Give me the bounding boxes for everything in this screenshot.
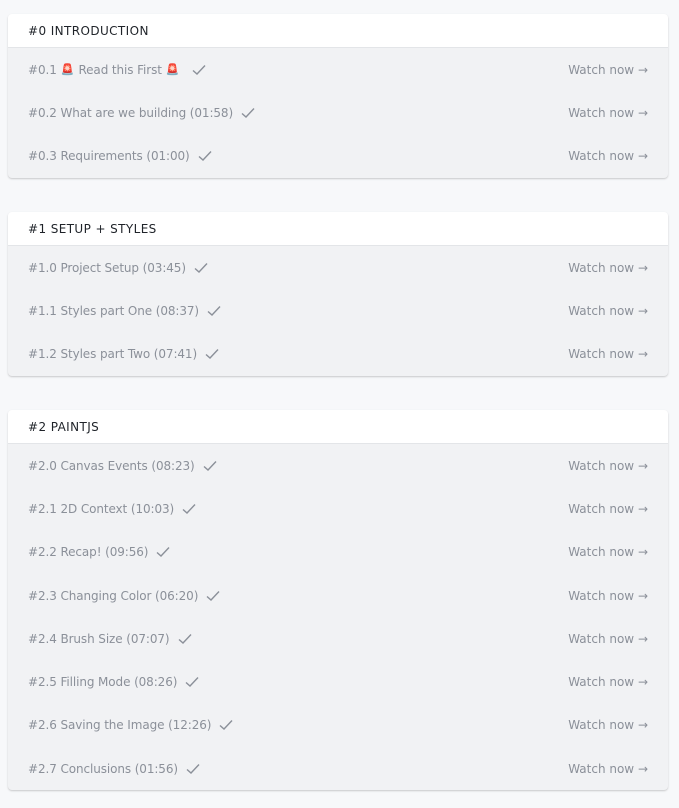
check-icon [206,590,220,601]
lesson-row[interactable]: #1.2 Styles part Two (07:41) Watch now → [8,333,668,376]
course-curriculum: #0 INTRODUCTION #0.1 🚨 Read this First 🚨… [0,0,679,808]
watch-now-link[interactable]: Watch now → [568,632,648,646]
check-icon [241,107,255,118]
siren-icon: 🚨 [165,63,180,77]
lesson-number: #0.1 [28,62,57,77]
lesson-row[interactable]: #0.1 🚨 Read this First 🚨 Watch now → [8,48,668,91]
watch-now-link[interactable]: Watch now → [568,261,648,275]
check-icon [219,720,233,731]
lesson-title: #0.2 What are we building (01:58) [28,105,234,120]
watch-now-link[interactable]: Watch now → [568,762,648,776]
lesson-row[interactable]: #2.0 Canvas Events (08:23) Watch now → [8,444,668,487]
section-title: #0 INTRODUCTION [28,23,149,38]
lesson-title: #2.6 Saving the Image (12:26) [28,718,212,733]
section-header: #2 PAINTJS [8,410,668,444]
check-icon [207,305,221,316]
section-header: #1 SETUP + STYLES [8,212,668,246]
lesson-row[interactable]: #2.6 Saving the Image (12:26) Watch now … [8,704,668,747]
watch-now-link[interactable]: Watch now → [568,502,648,516]
watch-now-link[interactable]: Watch now → [568,149,648,163]
check-icon [156,547,170,558]
check-icon [194,262,208,273]
lesson-title: #1.2 Styles part Two (07:41) [28,347,198,362]
lesson-title: #2.7 Conclusions (01:56) [28,761,178,776]
watch-now-link[interactable]: Watch now → [568,718,648,732]
siren-icon: 🚨 [60,63,75,77]
lesson-title: #2.3 Changing Color (06:20) [28,588,199,603]
lesson-title: #2.5 Filling Mode (08:26) [28,675,178,690]
watch-now-link[interactable]: Watch now → [568,459,648,473]
lesson-row[interactable]: #1.1 Styles part One (08:37) Watch now → [8,289,668,332]
lesson-row[interactable]: #2.7 Conclusions (01:56) Watch now → [8,747,668,790]
lesson-row[interactable]: #2.2 Recap! (09:56) Watch now → [8,531,668,574]
watch-now-link[interactable]: Watch now → [568,106,648,120]
check-icon [186,763,200,774]
check-icon [203,460,217,471]
check-icon [182,503,196,514]
watch-now-link[interactable]: Watch now → [568,63,648,77]
section-title: #1 SETUP + STYLES [28,221,157,236]
check-icon [198,151,212,162]
lesson-title: #2.2 Recap! (09:56) [28,545,149,560]
check-icon [205,349,219,360]
watch-now-link[interactable]: Watch now → [568,304,648,318]
section-introduction: #0 INTRODUCTION #0.1 🚨 Read this First 🚨… [8,14,668,178]
lesson-title: #2.0 Canvas Events (08:23) [28,458,195,473]
lesson-row[interactable]: #0.3 Requirements (01:00) Watch now → [8,135,668,178]
section-setup-styles: #1 SETUP + STYLES #1.0 Project Setup (03… [8,212,668,376]
lesson-row[interactable]: #1.0 Project Setup (03:45) Watch now → [8,246,668,289]
lesson-title: #2.1 2D Context (10:03) [28,501,175,516]
lesson-row[interactable]: #2.5 Filling Mode (08:26) Watch now → [8,660,668,703]
watch-now-link[interactable]: Watch now → [568,675,648,689]
lesson-row[interactable]: #2.3 Changing Color (06:20) Watch now → [8,574,668,617]
watch-now-link[interactable]: Watch now → [568,545,648,559]
section-paintjs: #2 PAINTJS #2.0 Canvas Events (08:23) Wa… [8,410,668,791]
lesson-row[interactable]: #2.4 Brush Size (07:07) Watch now → [8,617,668,660]
section-title: #2 PAINTJS [28,419,100,434]
check-icon [192,64,206,75]
lesson-title: #1.0 Project Setup (03:45) [28,260,186,275]
lesson-title: Read this First [78,62,162,77]
check-icon [185,677,199,688]
lesson-title: #0.3 Requirements (01:00) [28,149,190,164]
watch-now-link[interactable]: Watch now → [568,347,648,361]
watch-now-link[interactable]: Watch now → [568,589,648,603]
lesson-row[interactable]: #0.2 What are we building (01:58) Watch … [8,91,668,134]
lesson-row[interactable]: #2.1 2D Context (10:03) Watch now → [8,487,668,530]
check-icon [178,633,192,644]
lesson-title: #2.4 Brush Size (07:07) [28,631,170,646]
lesson-title: #1.1 Styles part One (08:37) [28,303,199,318]
section-header: #0 INTRODUCTION [8,14,668,48]
